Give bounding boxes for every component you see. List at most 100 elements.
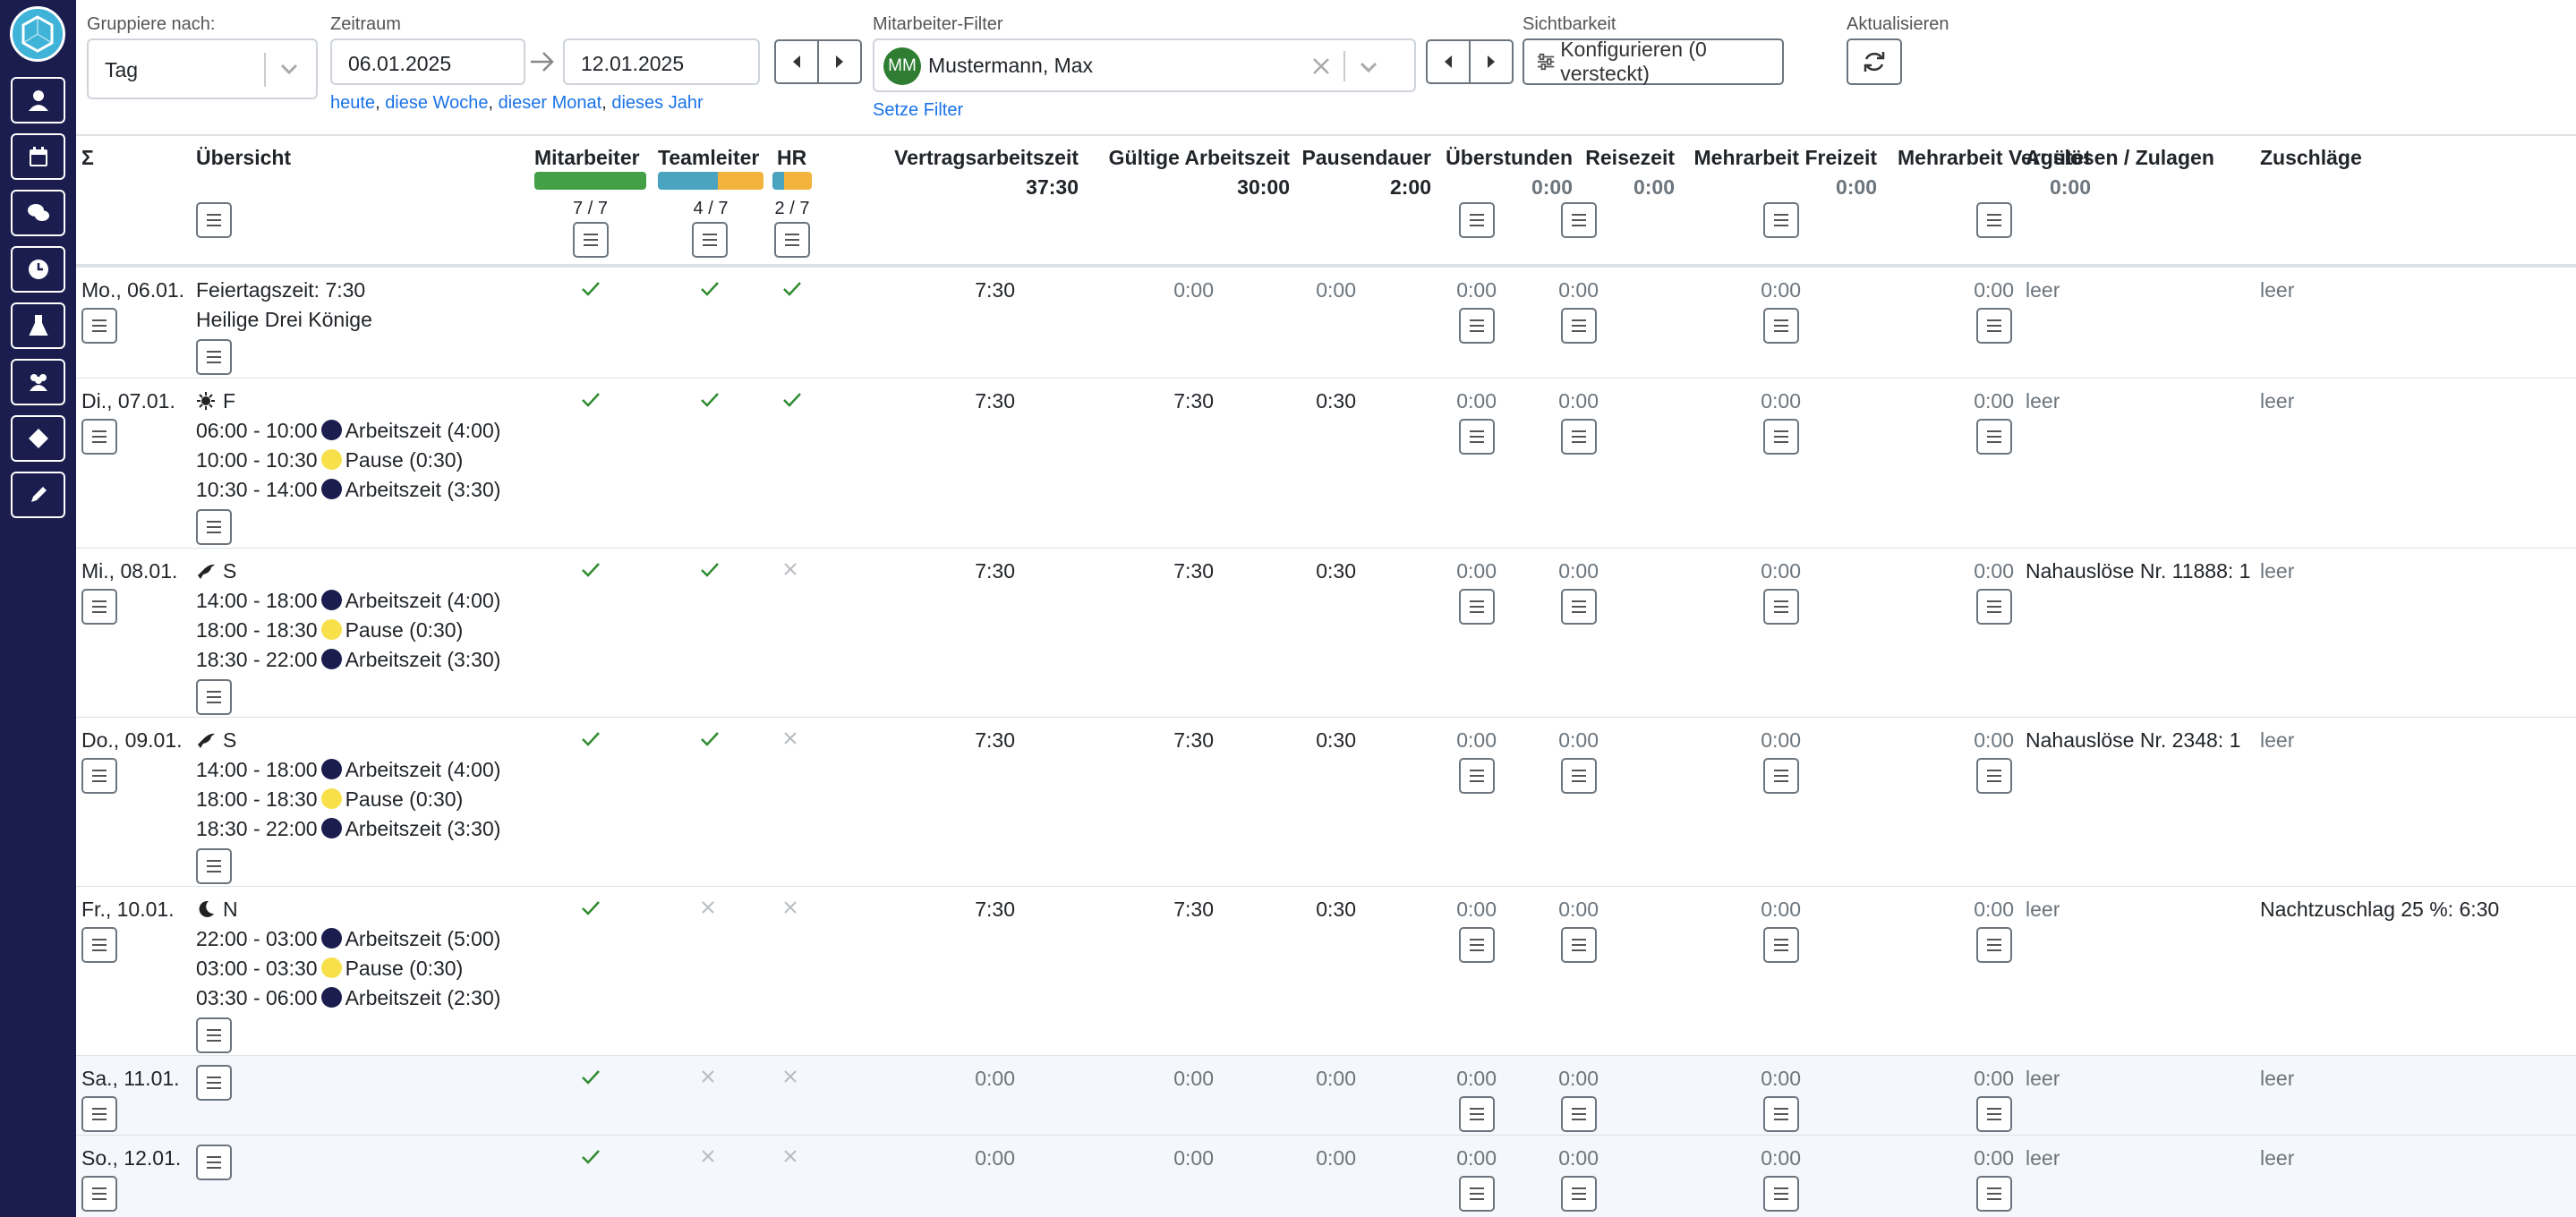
overview-menu-button[interactable]	[196, 509, 232, 545]
travel-menu-button[interactable]	[1561, 1176, 1597, 1212]
sidebar-item-pen[interactable]	[11, 472, 65, 518]
sidebar-item-diamond[interactable]	[11, 415, 65, 462]
configure-label: Konfigurieren (0 versteckt)	[1560, 38, 1707, 85]
group-by-select[interactable]: Tag	[87, 38, 318, 99]
extra-free-menu-button[interactable]	[1763, 589, 1799, 625]
sidebar-item-user[interactable]	[11, 77, 65, 123]
travel-menu-button[interactable]	[1561, 927, 1597, 963]
teamlead-menu-button[interactable]	[692, 222, 728, 258]
link-this-month[interactable]: dieser Monat	[499, 93, 602, 113]
day-menu-button[interactable]	[81, 1176, 117, 1212]
extra-free-menu-button[interactable]	[1763, 1176, 1799, 1212]
configure-button[interactable]: Konfigurieren (0 versteckt)	[1523, 38, 1784, 85]
extra-paid-menu-button[interactable]	[1976, 1176, 2012, 1212]
day-menu-button[interactable]	[81, 419, 117, 455]
travel-menu-button[interactable]	[1561, 589, 1597, 625]
link-today[interactable]: heute	[330, 93, 375, 113]
work-dot-icon	[320, 479, 342, 499]
sidebar-item-chat[interactable]	[11, 190, 65, 236]
set-filter-link[interactable]: Setze Filter	[873, 100, 963, 121]
overview-entry: Feiertagszeit: 7:30	[196, 278, 365, 302]
overview-menu-button[interactable]	[196, 202, 232, 238]
extra-paid-menu-button[interactable]	[1976, 758, 2012, 794]
hr-status	[782, 391, 802, 413]
extra-paid-menu-button[interactable]	[1976, 308, 2012, 344]
cell-surcharges: leer	[2260, 728, 2295, 752]
extra-paid-menu-button[interactable]	[1976, 1096, 2012, 1132]
check-icon	[582, 732, 600, 746]
employee-next-button[interactable]	[1469, 39, 1514, 84]
period-prev-button[interactable]	[774, 39, 819, 84]
menu-lines-icon	[1470, 319, 1484, 332]
hr-menu-button[interactable]	[774, 222, 810, 258]
date-to-input[interactable]: 12.01.2025	[563, 38, 760, 85]
sidebar-item-users[interactable]	[11, 359, 65, 405]
work-dot-icon	[320, 649, 342, 669]
overtime-menu-button[interactable]	[1459, 202, 1495, 238]
overview-menu-button[interactable]	[196, 1065, 232, 1101]
entry-time: 14:00 - 18:00	[196, 758, 318, 781]
extra-paid-menu-button[interactable]	[1976, 927, 2012, 963]
menu-lines-icon	[1572, 1108, 1586, 1120]
overtime-menu-button[interactable]	[1459, 1176, 1495, 1212]
overview-menu-button[interactable]	[196, 339, 232, 375]
overtime-menu-button[interactable]	[1459, 419, 1495, 455]
employee-filter-select[interactable]: MM Mustermann, Max	[873, 38, 1416, 92]
period-label: Zeitraum	[330, 14, 401, 34]
pen-icon	[30, 487, 47, 502]
overview-menu-button[interactable]	[196, 848, 232, 884]
overtime-menu-button[interactable]	[1459, 1096, 1495, 1132]
extra-paid-menu-button[interactable]	[1976, 589, 2012, 625]
overtime-menu-button[interactable]	[1459, 927, 1495, 963]
period-next-button[interactable]	[817, 39, 862, 84]
travel-menu-button[interactable]	[1561, 419, 1597, 455]
entry-label: Pause (0:30)	[345, 448, 464, 472]
menu-lines-icon	[1572, 214, 1586, 226]
overtime-menu-button[interactable]	[1459, 308, 1495, 344]
shift-label: F	[196, 389, 235, 413]
extra-free-menu-button[interactable]	[1763, 1096, 1799, 1132]
extra-free-menu-button[interactable]	[1763, 419, 1799, 455]
employee-prev-button[interactable]	[1426, 39, 1471, 84]
travel-menu-button[interactable]	[1561, 202, 1597, 238]
menu-lines-icon	[92, 430, 107, 443]
extra-paid-menu-button[interactable]	[1976, 202, 2012, 238]
teamlead-count: 4 / 7	[693, 199, 729, 218]
work-dot-icon	[320, 590, 342, 610]
travel-menu-button[interactable]	[1561, 308, 1597, 344]
hr-status	[782, 561, 798, 582]
sidebar-item-clock[interactable]	[11, 246, 65, 293]
travel-menu-button[interactable]	[1561, 1096, 1597, 1132]
day-menu-button[interactable]	[81, 758, 117, 794]
work-dot-icon	[320, 987, 342, 1008]
extra-free-menu-button[interactable]	[1763, 308, 1799, 344]
overtime-menu-button[interactable]	[1459, 589, 1495, 625]
check-icon	[582, 901, 600, 915]
app-logo-icon[interactable]	[10, 6, 65, 62]
overview-menu-button[interactable]	[196, 679, 232, 715]
date-from-input[interactable]: 06.01.2025	[330, 38, 525, 85]
total-extra-paid: 0:00	[2049, 175, 2091, 199]
overview-menu-button[interactable]	[196, 1145, 232, 1180]
link-this-week[interactable]: diese Woche	[385, 93, 488, 113]
day-menu-button[interactable]	[81, 589, 117, 625]
travel-menu-button[interactable]	[1561, 758, 1597, 794]
employee-menu-button[interactable]	[573, 222, 609, 258]
sidebar-item-flask[interactable]	[11, 302, 65, 349]
day-menu-button[interactable]	[81, 1096, 117, 1132]
day-menu-button[interactable]	[81, 308, 117, 344]
extra-free-menu-button[interactable]	[1763, 202, 1799, 238]
date-to-value: 12.01.2025	[581, 52, 685, 75]
overview-menu-button[interactable]	[196, 1017, 232, 1053]
day-menu-button[interactable]	[81, 927, 117, 963]
refresh-button[interactable]	[1847, 38, 1902, 85]
overtime-menu-button[interactable]	[1459, 758, 1495, 794]
extra-free-menu-button[interactable]	[1763, 758, 1799, 794]
clear-icon[interactable]	[1311, 56, 1331, 76]
extra-paid-menu-button[interactable]	[1976, 419, 2012, 455]
refresh-icon	[1864, 52, 1885, 72]
menu-lines-icon	[1572, 319, 1586, 332]
sidebar-item-calendar[interactable]	[11, 133, 65, 180]
link-this-year[interactable]: dieses Jahr	[611, 93, 703, 113]
extra-free-menu-button[interactable]	[1763, 927, 1799, 963]
